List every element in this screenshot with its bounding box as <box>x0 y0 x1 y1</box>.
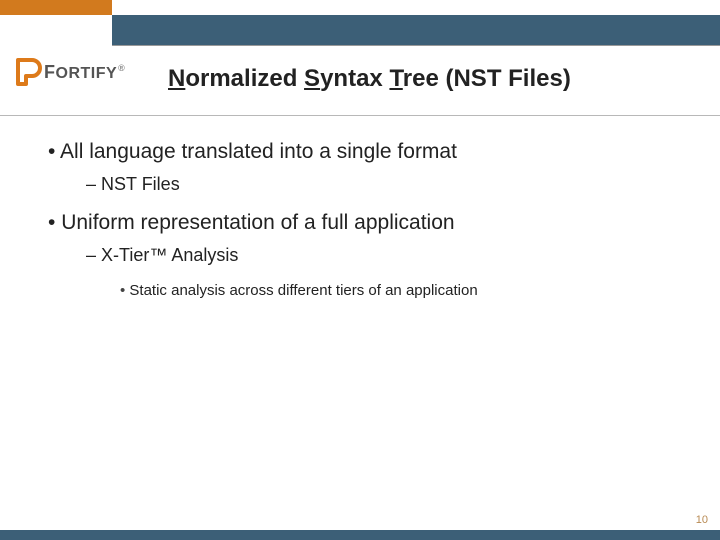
brand-name: FORTIFY® <box>44 62 125 83</box>
bullet-level1: All language translated into a single fo… <box>48 140 680 164</box>
page-number: 10 <box>696 514 708 526</box>
bullet-level1: Uniform representation of a full applica… <box>48 211 680 235</box>
bullet-level2: X-Tier™ Analysis <box>86 245 680 266</box>
title-t3: ree (NST Files) <box>403 65 571 92</box>
brand-registered: ® <box>118 63 125 73</box>
slide-content: All language translated into a single fo… <box>48 140 680 311</box>
slide-title: Normalized Syntax Tree (NST Files) <box>168 65 571 93</box>
header-banner <box>112 15 720 45</box>
title-u2: S <box>304 65 320 92</box>
title-t2: yntax <box>320 65 389 92</box>
bullet-level2: NST Files <box>86 174 680 195</box>
title-u3: T <box>389 65 402 92</box>
horizontal-divider <box>0 115 720 116</box>
title-t1: ormalized <box>185 65 304 92</box>
slide: FORTIFY® Normalized Syntax Tree (NST Fil… <box>0 0 720 540</box>
bullet-level3: Static analysis across different tiers o… <box>120 282 680 299</box>
header-banner-underline <box>112 45 720 46</box>
logo-row: FORTIFY® <box>14 58 125 86</box>
brand-rest: ORTIFY <box>56 65 118 82</box>
footer-bar <box>0 530 720 540</box>
fortify-logo-icon <box>14 58 42 86</box>
title-u1: N <box>168 65 185 92</box>
brand-first-letter: F <box>44 62 56 82</box>
top-orange-strip <box>0 0 112 15</box>
